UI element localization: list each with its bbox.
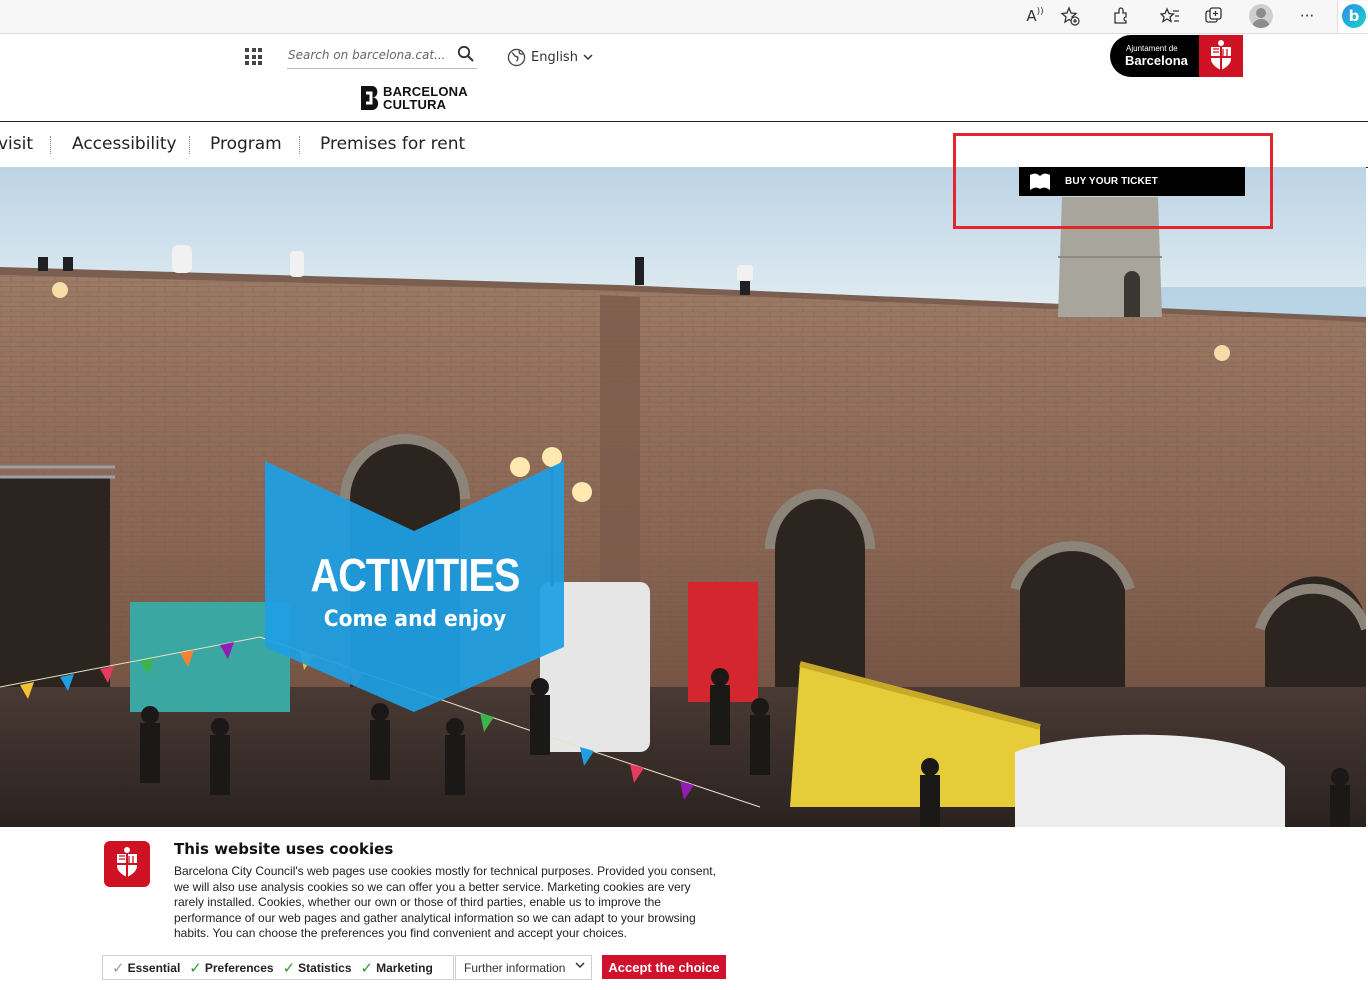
checkbox-checked-icon: ✓ [112, 958, 125, 977]
profile-icon[interactable] [1249, 4, 1273, 28]
cookie-option-label: Statistics [298, 960, 352, 975]
nav-item-visit[interactable]: visit [0, 134, 33, 154]
search-box [287, 44, 477, 69]
collections-icon[interactable] [1202, 5, 1226, 27]
extensions-icon[interactable] [1109, 5, 1133, 27]
cookie-title: This website uses cookies [174, 840, 394, 858]
city-shield-icon [1199, 35, 1243, 77]
cookie-option-statistics[interactable]: ✓ Statistics [282, 958, 352, 977]
nav-separator [189, 136, 190, 154]
banner-title: ACTIVITIES [310, 549, 520, 601]
cookie-option-marketing[interactable]: ✓ Marketing [360, 958, 433, 977]
bing-button[interactable]: b [1337, 1, 1368, 33]
language-label: English [531, 49, 578, 65]
more-glyph: ··· [1299, 7, 1315, 25]
nav-item-accessibility[interactable]: Accessibility [72, 134, 177, 154]
checkbox-checked-icon: ✓ [360, 958, 374, 977]
apps-grid-icon[interactable] [245, 48, 262, 65]
bing-glyph: b [1348, 7, 1360, 25]
read-aloud-glyph: A [1026, 7, 1037, 25]
cookie-options: ✓ Essential ✓ Preferences ✓ Statistics ✓… [102, 955, 454, 980]
globe-icon [507, 48, 526, 66]
logo-line-2: CULTURA [383, 97, 447, 112]
cookie-option-label: Marketing [376, 960, 433, 975]
council-shield-icon [104, 841, 150, 887]
highlight-box [953, 133, 1273, 229]
ajuntament-logo[interactable]: Ajuntament de Barcelona [1110, 35, 1243, 77]
add-favorite-icon[interactable] [1058, 5, 1082, 27]
bc-logo-mark-icon [361, 86, 379, 110]
accept-choice-button[interactable]: Accept the choice [602, 955, 726, 979]
chevron-down-icon [575, 962, 585, 969]
search-icon[interactable] [457, 45, 475, 63]
language-selector[interactable]: English [507, 47, 593, 67]
more-icon[interactable]: ··· [1295, 5, 1319, 27]
chevron-down-icon [583, 54, 593, 61]
cookie-option-preferences[interactable]: ✓ Preferences [189, 958, 274, 977]
nav-separator [50, 136, 51, 154]
checkbox-checked-icon: ✓ [282, 958, 296, 977]
bing-icon: b [1342, 4, 1366, 28]
nav-separator [299, 136, 300, 154]
hero-image [0, 167, 1366, 827]
cookie-option-label: Preferences [204, 960, 274, 975]
cookie-option-essential[interactable]: ✓ Essential [112, 958, 181, 977]
search-input[interactable] [287, 44, 448, 66]
barcelona-cultura-logo[interactable]: BARCELONA CULTURA [360, 84, 468, 112]
checkbox-checked-icon: ✓ [189, 958, 202, 977]
banner-subtitle: Come and enjoy [323, 607, 507, 632]
browser-toolbar: A)) ··· b [0, 0, 1368, 34]
read-aloud-icon[interactable]: A)) [1023, 5, 1047, 27]
ajuntament-line-1: Ajuntament de [1126, 44, 1178, 53]
further-information-select[interactable]: Further information [455, 955, 592, 980]
further-information-label: Further information [464, 960, 566, 975]
ajuntament-line-2: Barcelona [1125, 53, 1188, 68]
nav-item-program[interactable]: Program [210, 134, 282, 154]
cookie-option-label: Essential [127, 960, 181, 975]
nav-item-premises-for-rent[interactable]: Premises for rent [320, 134, 465, 154]
favorites-icon[interactable] [1158, 5, 1182, 27]
cookie-text: Barcelona City Council's web pages use c… [174, 864, 716, 940]
